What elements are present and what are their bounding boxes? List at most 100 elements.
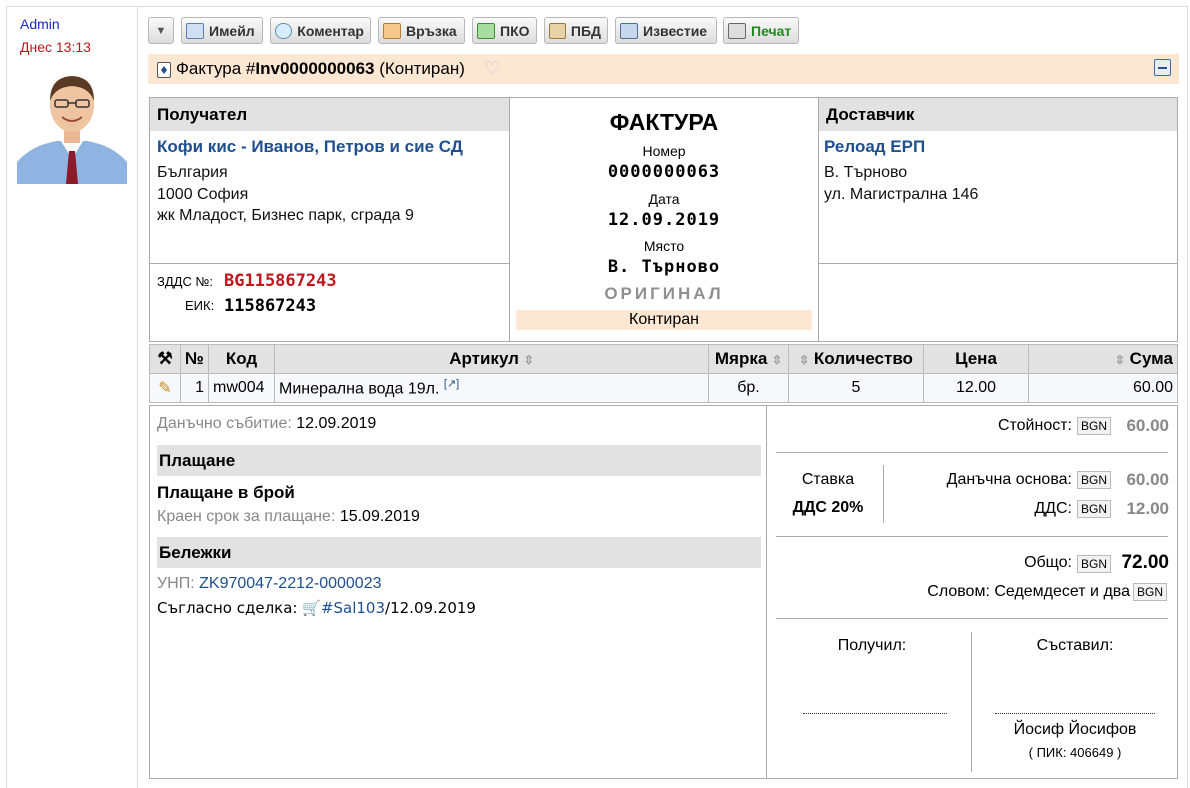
divider xyxy=(776,618,1168,619)
unit-column-header[interactable]: Мярка ⇳ xyxy=(708,344,789,374)
recipient-country: България xyxy=(157,164,228,181)
unp-link[interactable]: ZK970047-2212-0000023 xyxy=(199,575,381,592)
divider xyxy=(766,406,767,778)
author-name[interactable]: Admin xyxy=(20,16,60,32)
divider xyxy=(150,263,509,264)
divider xyxy=(1187,6,1188,788)
invoice-place-label: Място xyxy=(643,238,685,254)
row-unit: бр. xyxy=(708,373,789,403)
comment-button[interactable]: Коментар xyxy=(270,17,371,44)
eik-label: ЕИК: xyxy=(185,298,215,313)
email-icon xyxy=(186,22,204,39)
row-code: mw004 xyxy=(208,373,275,403)
tax-base-amount: 60.00 xyxy=(1126,470,1169,489)
cash-receipt-label: ПКО xyxy=(500,22,530,39)
invoice-date: 12.09.2019 xyxy=(607,210,721,230)
divider xyxy=(971,632,972,772)
value-label: Стойност: xyxy=(997,417,1072,434)
total-label: Общо: xyxy=(1024,554,1072,571)
unit-header-label: Мярка xyxy=(714,349,768,368)
row-price: 12.00 xyxy=(923,373,1029,403)
article-column-header[interactable]: Артикул ⇳ xyxy=(274,344,709,374)
payment-due-date: 15.09.2019 xyxy=(339,508,420,525)
compiled-by-label: Съставил: xyxy=(1036,637,1114,654)
qty-header-label: Количество xyxy=(813,349,913,368)
price-column-header: Цена xyxy=(923,344,1029,374)
table-row: ✎ 1 mw004 Минерална вода 19л. [↗] бр. 5 … xyxy=(149,373,1178,403)
tax-base-label: Данъчна основа: xyxy=(946,471,1072,488)
recipient-address: жк Младост, Бизнес парк, сграда 9 xyxy=(157,207,414,224)
printer-icon xyxy=(728,22,746,39)
post-date: Днес 13:13 xyxy=(20,39,91,55)
invoice-number: 0000000063 xyxy=(607,162,721,182)
notes-heading: Бележки xyxy=(157,537,761,568)
payment-due-line: Краен срок за плащане: 15.09.2019 xyxy=(157,508,420,526)
table-header-row: ⚒ № Код Артикул ⇳ Мярка ⇳ ⇳ Количество Ц… xyxy=(149,344,1178,374)
row-sum: 60.00 xyxy=(1028,373,1178,403)
more-menu-button[interactable]: ▼ xyxy=(148,17,174,44)
tools-icon: ⚒ xyxy=(157,349,173,368)
amount-in-words: Словом: Седемдесет и два xyxy=(927,583,1130,600)
invoice-document-icon xyxy=(157,62,171,78)
value-amount: 60.00 xyxy=(1126,416,1169,435)
sort-icon[interactable]: ⇳ xyxy=(1115,353,1125,367)
email-button[interactable]: Имейл xyxy=(181,17,263,44)
divider xyxy=(138,6,1188,7)
cash-receipt-button[interactable]: ПКО xyxy=(472,17,537,44)
tax-event-line: Данъчно събитие: 12.09.2019 xyxy=(157,415,376,433)
recipient-name-link[interactable]: Кофи кис - Иванов, Петров и сие СД xyxy=(157,137,463,157)
sum-header-label: Сума xyxy=(1129,349,1173,368)
currency-badge: BGN xyxy=(1077,500,1112,518)
pencil-icon[interactable]: ✎ xyxy=(158,380,171,397)
qty-column-header[interactable]: ⇳ Количество xyxy=(788,344,924,374)
print-label: Печат xyxy=(751,22,792,39)
vat-number-label: ЗДДС №: xyxy=(157,274,214,289)
original-mark: ОРИГИНАЛ xyxy=(604,284,724,303)
link-label: Връзка xyxy=(406,22,457,39)
unp-line: УНП: ZK970047-2212-0000023 xyxy=(157,575,382,593)
link-button[interactable]: Връзка xyxy=(378,17,465,44)
bank-receipt-label: ПБД xyxy=(570,22,601,39)
vat-number: BG115867243 xyxy=(224,271,337,291)
cash-receipt-icon xyxy=(477,22,495,39)
payment-method: Плащане в брой xyxy=(157,483,295,502)
invoice-place: В. Търново xyxy=(607,257,721,277)
print-button[interactable]: Печат xyxy=(723,17,799,44)
avatar xyxy=(17,67,127,184)
invoice-title: ФАКТУРА xyxy=(609,109,719,135)
currency-badge: BGN xyxy=(1077,471,1112,489)
bank-receipt-button[interactable]: ПБД xyxy=(544,17,608,44)
sort-icon[interactable]: ⇳ xyxy=(772,353,782,367)
divider xyxy=(883,465,884,523)
currency-badge: BGN xyxy=(1133,583,1168,601)
vat-label: ДДС: xyxy=(1034,500,1072,517)
external-link-icon[interactable]: [↗] xyxy=(444,378,459,390)
supplier-name-link[interactable]: Релоад ЕРП xyxy=(824,137,925,157)
sort-icon[interactable]: ⇳ xyxy=(799,353,809,367)
deal-link[interactable]: #Sal103 xyxy=(321,599,385,617)
collapse-button[interactable] xyxy=(1154,59,1171,76)
sum-column-header[interactable]: ⇳ Сума xyxy=(1028,344,1178,374)
num-column-header: № xyxy=(180,344,209,374)
row-article-name: Минерална вода 19л. xyxy=(279,380,440,398)
link-icon xyxy=(383,22,401,39)
row-article: Минерална вода 19л. [↗] xyxy=(274,373,709,403)
unp-label: УНП: xyxy=(157,575,195,592)
vat-amount: 12.00 xyxy=(1126,499,1169,518)
tools-column-header: ⚒ xyxy=(149,344,181,374)
sort-icon[interactable]: ⇳ xyxy=(524,353,534,367)
notice-button[interactable]: Известие xyxy=(615,17,717,44)
favorite-heart-icon[interactable]: ♡ xyxy=(484,58,500,79)
bank-receipt-icon xyxy=(549,22,566,39)
row-qty: 5 xyxy=(788,373,924,403)
supplier-address: ул. Магистрална 146 xyxy=(824,186,979,203)
document-title: Фактура #Inv0000000063 (Контиран) xyxy=(176,59,465,78)
invoice-date-label: Дата xyxy=(648,191,680,207)
divider xyxy=(776,452,1168,453)
deal-cart-icon: 🛒 xyxy=(302,599,321,617)
edit-cell[interactable]: ✎ xyxy=(149,373,181,403)
code-column-header: Код xyxy=(208,344,275,374)
notice-label: Известие xyxy=(643,22,708,39)
deal-date: /12.09.2019 xyxy=(385,599,476,617)
divider xyxy=(776,536,1168,537)
